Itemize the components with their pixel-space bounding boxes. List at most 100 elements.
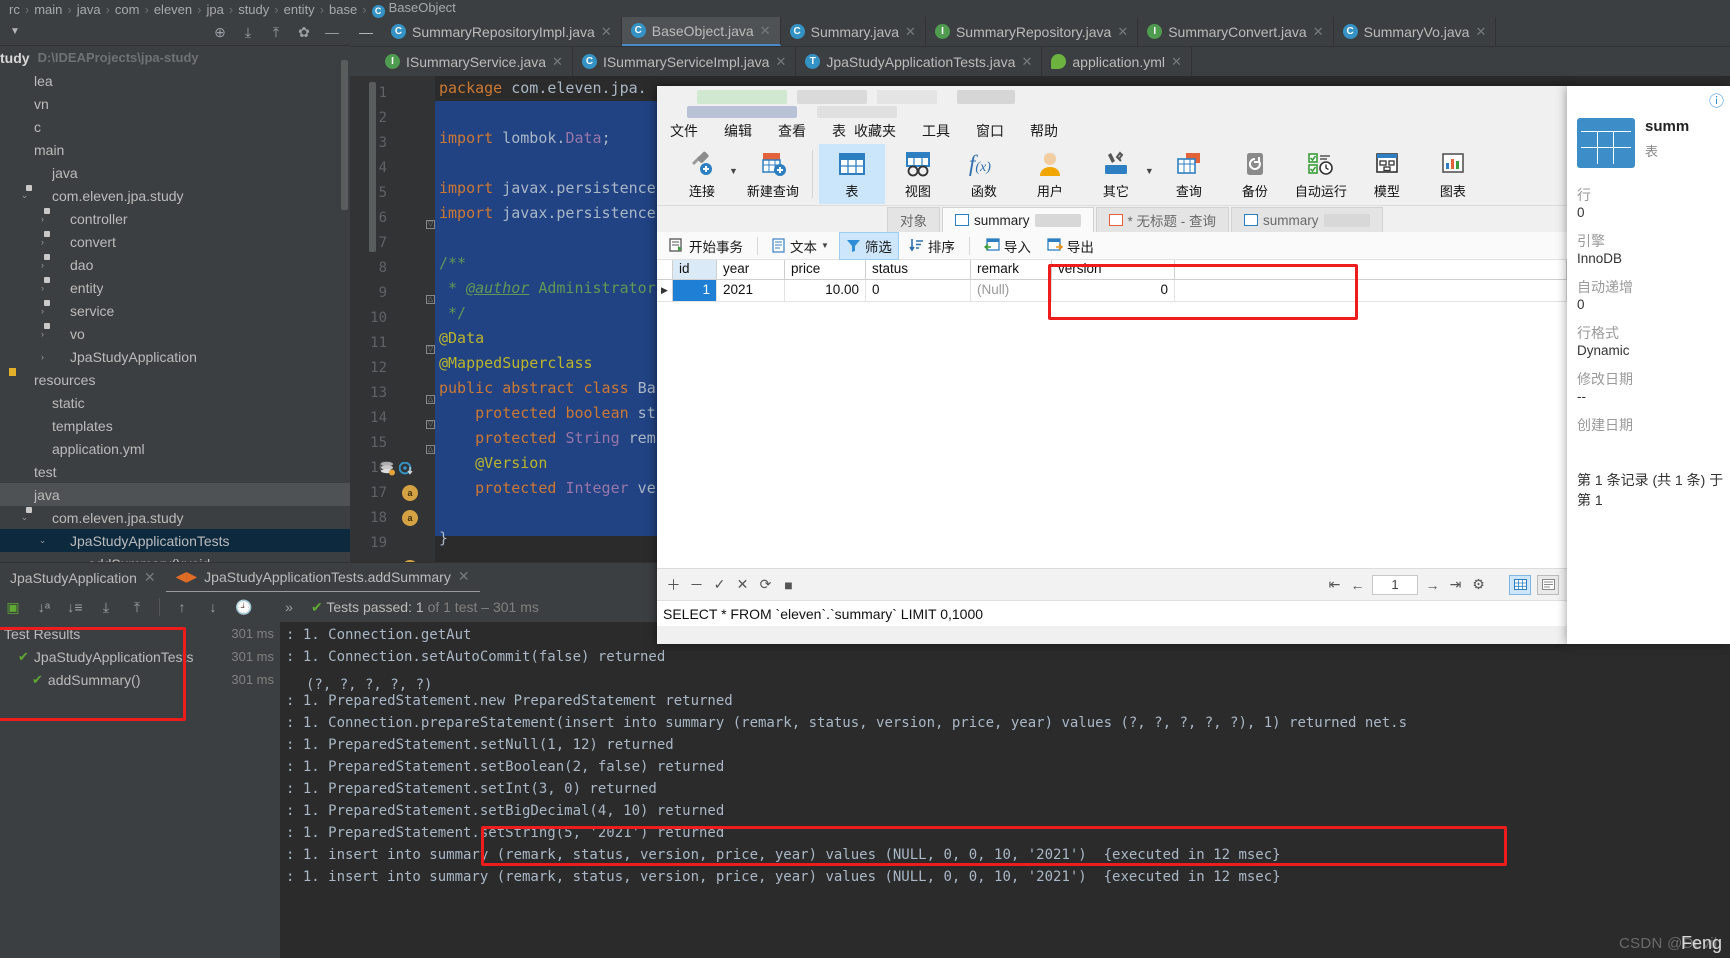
begin-transaction-button[interactable]: 开始事务 [663, 233, 749, 259]
object-tab-untitled-query[interactable]: * 无标题 - 查询 [1096, 207, 1230, 232]
editor-tab-jpastudyapplicationtests-java[interactable]: TJpaStudyApplicationTests.java✕ [796, 47, 1042, 76]
sort-by-duration-icon[interactable]: ↓≡ [66, 598, 84, 616]
fold-marker-icon[interactable]: ▽ [426, 420, 435, 429]
object-tab-summary-design[interactable]: summary [1231, 207, 1383, 232]
editor-tab-summaryrepository-java[interactable]: ISummaryRepository.java✕ [926, 17, 1138, 46]
breadcrumb-item[interactable]: java [72, 2, 106, 17]
navicat-titlebar[interactable] [657, 86, 1567, 118]
hide-editor-icon[interactable]: — [350, 17, 382, 46]
test-result-row[interactable]: ✔JpaStudyApplicationTests301 ms [0, 645, 280, 668]
refresh-button[interactable]: ⟳ [757, 576, 774, 593]
breadcrumb-item[interactable]: rc [4, 2, 25, 17]
editor-tab-summaryvo-java[interactable]: CSummaryVo.java✕ [1334, 17, 1497, 46]
sort-button[interactable]: 排序 [903, 233, 961, 259]
tree-item-vo[interactable]: ›vo [0, 322, 350, 345]
export-button[interactable]: 导出 [1041, 233, 1100, 259]
menu-favorites[interactable]: 收藏夹 [850, 121, 909, 141]
grid-header-id[interactable]: id [673, 260, 717, 280]
close-icon[interactable]: ✕ [552, 54, 563, 70]
cell-year[interactable]: 2021 [717, 280, 785, 302]
stop-button[interactable]: ■ [780, 576, 797, 593]
form-view-button[interactable] [1537, 575, 1559, 595]
editor-tab-isummaryservice-java[interactable]: IISummaryService.java✕ [376, 47, 573, 76]
first-page-button[interactable]: ⇤ [1326, 576, 1343, 593]
sort-alphabetically-icon[interactable]: ↓ᵃ [35, 598, 53, 616]
tree-item-application-yml[interactable]: application.yml [0, 437, 350, 460]
toolbar-other-button[interactable]: 其它 [1083, 144, 1149, 204]
toolbar-function-button[interactable]: f(x) 函数 [951, 144, 1017, 204]
locate-icon[interactable]: ⊕ [212, 24, 228, 40]
menu-file[interactable]: 文件 [657, 121, 711, 141]
chevron-down-icon[interactable]: ⌄ [36, 535, 49, 546]
chevron-down-icon[interactable]: ▼ [10, 26, 20, 37]
object-tab-summary-data[interactable]: summary [942, 207, 1094, 232]
toolbar-user-button[interactable]: 用户 [1017, 144, 1083, 204]
more-icon[interactable]: » [280, 598, 298, 616]
chevron-right-icon[interactable]: › [36, 283, 49, 293]
project-tree[interactable]: tudy D:\IDEAProjects\jpa-study leavncmai… [0, 46, 350, 562]
editor-tab-summaryrepositoryimpl-java[interactable]: CSummaryRepositoryImpl.java✕ [382, 17, 622, 46]
grid-header-price[interactable]: price [785, 260, 866, 280]
chevron-right-icon[interactable]: › [36, 352, 49, 362]
run-tab-tests[interactable]: ◀▶ JpaStudyApplicationTests.addSummary ✕ [166, 563, 480, 593]
import-button[interactable]: 导入 [978, 233, 1037, 259]
expand-all-icon[interactable]: ⤓ [240, 24, 256, 40]
toolbar-new-query-button[interactable]: 新建查询 [740, 144, 806, 204]
history-icon[interactable]: 🕘 [235, 598, 253, 616]
chevron-right-icon[interactable]: › [36, 214, 49, 224]
navicat-menubar[interactable]: 文件 编辑 查看 表 收藏夹 工具 窗口 帮助 [657, 118, 1567, 144]
close-icon[interactable]: ✕ [1117, 24, 1128, 40]
text-button[interactable]: 文本 ▼ [766, 233, 835, 259]
editor-tab-baseobject-java[interactable]: CBaseObject.java✕ [622, 17, 781, 46]
cancel-change-button[interactable]: ✕ [734, 576, 751, 593]
project-scrollbar[interactable] [341, 60, 348, 210]
tree-item-com-eleven-jpa-study[interactable]: ⌄com.eleven.jpa.study [0, 506, 350, 529]
close-icon[interactable]: ✕ [144, 569, 156, 586]
chevron-down-icon[interactable]: ⌄ [18, 512, 31, 523]
toolbar-view-button[interactable]: 视图 [885, 144, 951, 204]
fold-marker-icon[interactable]: △ [426, 445, 435, 454]
tree-item-entity[interactable]: ›entity [0, 276, 350, 299]
chevron-right-icon[interactable]: › [36, 237, 49, 247]
grid-view-button[interactable] [1509, 575, 1531, 595]
tree-item-vn[interactable]: vn [0, 92, 350, 115]
tree-item-main[interactable]: main [0, 138, 350, 161]
tree-row-root[interactable]: tudy D:\IDEAProjects\jpa-study [0, 46, 350, 69]
tree-item-controller[interactable]: ›controller [0, 207, 350, 230]
navicat-toolbar[interactable]: 连接 ▼ 新建查询 表 视 [657, 144, 1567, 206]
chevron-right-icon[interactable]: › [36, 329, 49, 339]
fold-marker-icon[interactable]: ▽ [426, 220, 435, 229]
grid-header-version[interactable]: version [1052, 260, 1175, 280]
cell-id[interactable]: 1 [673, 280, 717, 302]
chevron-right-icon[interactable]: › [36, 306, 49, 316]
fold-marker-icon[interactable]: △ [426, 395, 435, 404]
navicat-data-grid[interactable]: id year price status remark version ▶ 1 … [657, 260, 1567, 568]
breadcrumb-item[interactable]: eleven [149, 2, 197, 17]
editor-scrollbar[interactable] [369, 82, 376, 252]
breadcrumb-item-class[interactable]: CBaseObject [367, 0, 461, 18]
test-results-tree[interactable]: Test Results301 ms✔JpaStudyApplicationTe… [0, 622, 280, 958]
navicat-grid-footer[interactable]: ＋ － ✓ ✕ ⟳ ■ ⇤ ← 1 → ⇥ ⚙ [657, 568, 1567, 600]
tree-item-test[interactable]: test [0, 460, 350, 483]
rerun-icon[interactable]: ▣ [4, 598, 22, 616]
tree-item-resources[interactable]: resources [0, 368, 350, 391]
tree-item-java[interactable]: java [0, 483, 350, 506]
breadcrumb-item[interactable]: main [29, 2, 67, 17]
fold-marker-icon[interactable]: △ [426, 295, 435, 304]
test-result-row[interactable]: Test Results301 ms [0, 622, 280, 645]
menu-tools[interactable]: 工具 [909, 121, 963, 141]
last-page-button[interactable]: ⇥ [1447, 576, 1464, 593]
chevron-down-icon[interactable]: ▼ [821, 241, 829, 250]
fold-marker-icon[interactable]: ▽ [426, 345, 435, 354]
tree-item-jpastudyapplication[interactable]: ›JpaStudyApplication [0, 345, 350, 368]
grid-header-remark[interactable]: remark [971, 260, 1052, 280]
navicat-info-panel[interactable]: ⓘ summ 表 行0引擎InnoDB自动递增0行格式Dynamic修改日期--… [1567, 86, 1730, 644]
tree-item-c[interactable]: c [0, 115, 350, 138]
filter-button[interactable]: 筛选 [839, 232, 899, 260]
next-failed-icon[interactable]: ↓ [204, 598, 222, 616]
other-dropdown-arrow-icon[interactable]: ▼ [1145, 166, 1154, 176]
grid-settings-button[interactable]: ⚙ [1470, 576, 1487, 593]
expand-all-icon[interactable]: ⤓ [97, 598, 115, 616]
tree-item-dao[interactable]: ›dao [0, 253, 350, 276]
navicat-window[interactable]: 文件 编辑 查看 表 收藏夹 工具 窗口 帮助 连接 ▼ 新建查 [657, 86, 1567, 644]
